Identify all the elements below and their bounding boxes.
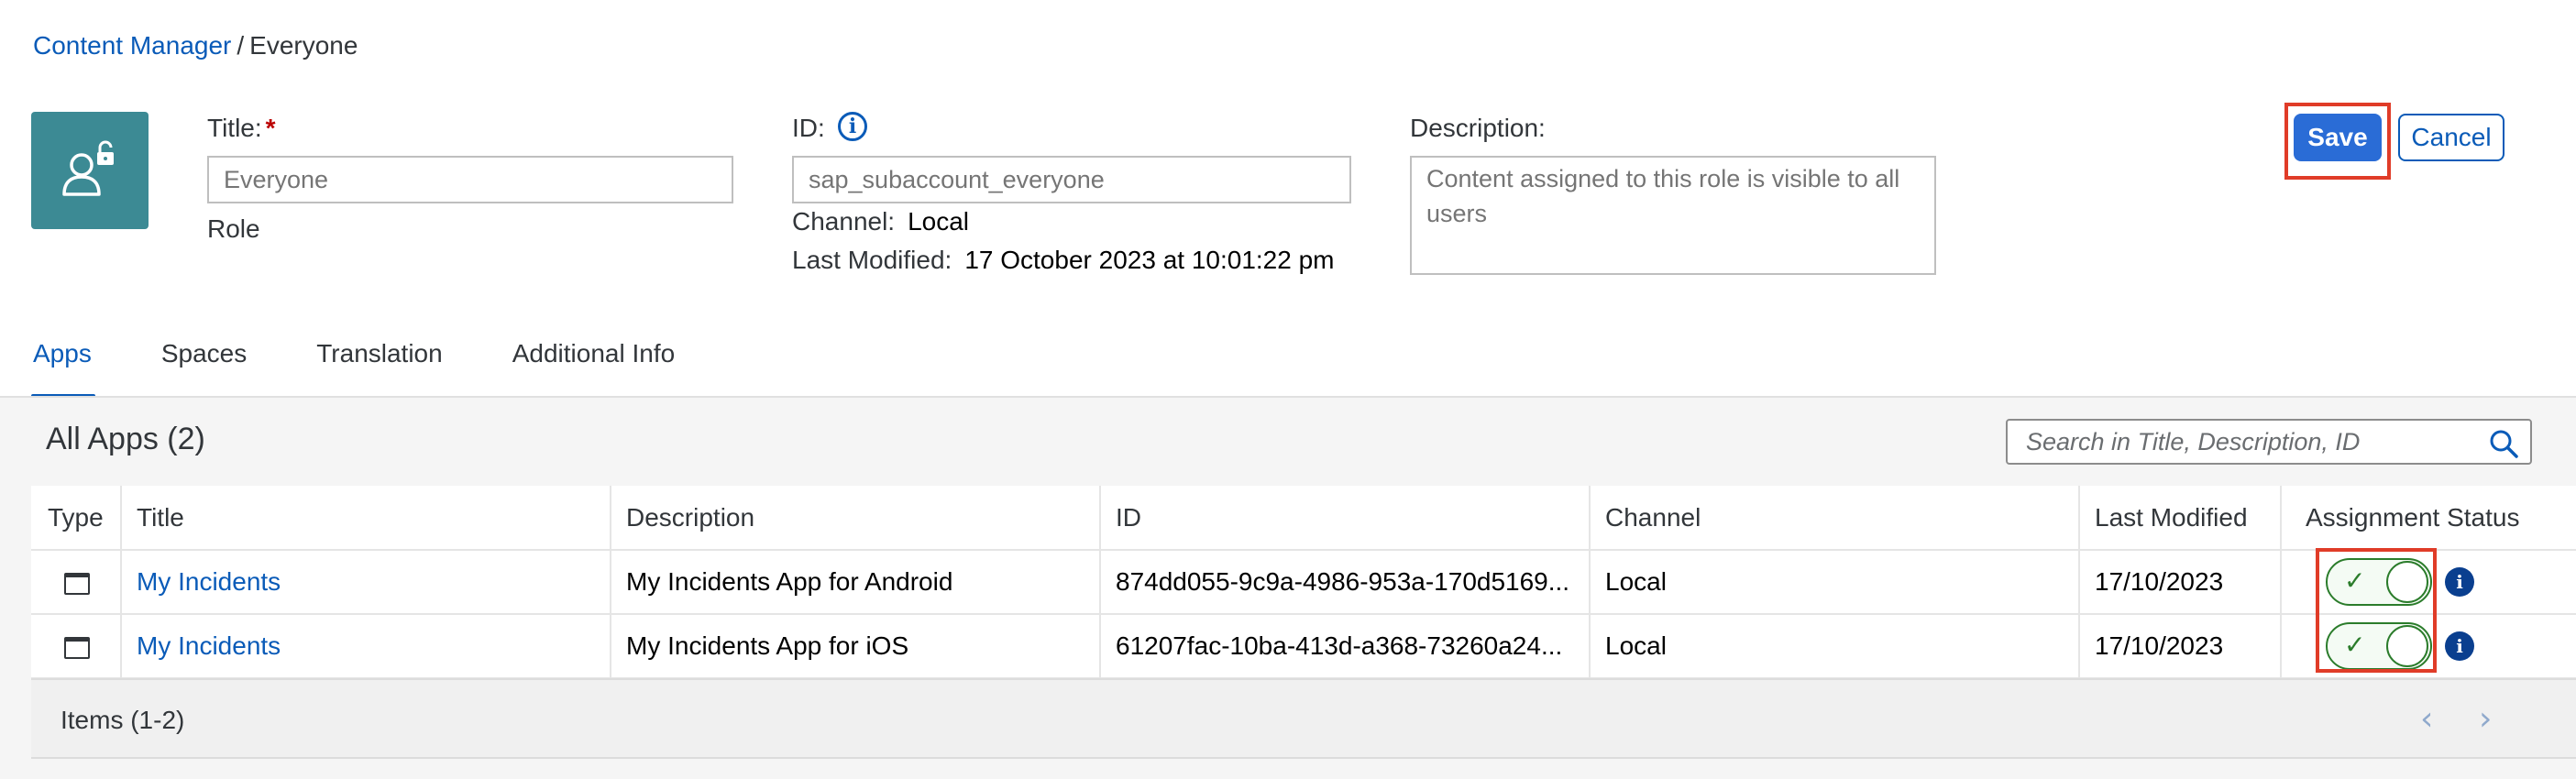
check-icon: ✓ xyxy=(2344,630,2366,660)
last-modified-value: 17 October 2023 at 10:01:22 pm xyxy=(964,246,1335,274)
last-modified-cell: 17/10/2023 xyxy=(2079,550,2282,615)
id-info-icon[interactable]: i xyxy=(838,112,867,141)
previous-page-icon[interactable]: ‹ xyxy=(2420,700,2433,738)
column-header-id[interactable]: ID xyxy=(1100,486,1591,551)
next-page-icon[interactable]: › xyxy=(2479,700,2492,738)
last-modified-row: Last Modified: 17 October 2023 at 10:01:2… xyxy=(792,246,1335,275)
type-cell xyxy=(31,614,122,679)
breadcrumb-current: Everyone xyxy=(249,31,358,60)
column-header-channel[interactable]: Channel xyxy=(1590,486,2080,551)
assignment-toggle[interactable]: ✓ xyxy=(2326,558,2432,606)
id-label: ID: xyxy=(792,114,825,142)
cancel-button[interactable]: Cancel xyxy=(2398,114,2504,161)
apps-heading: All Apps (2) xyxy=(46,422,205,456)
apps-search-input[interactable] xyxy=(2008,421,2475,463)
info-icon[interactable]: i xyxy=(2445,631,2474,661)
role-lock-user-icon xyxy=(62,140,114,196)
table-row: My Incidents My Incidents App for iOS 61… xyxy=(31,614,2576,679)
breadcrumb-content-manager-link[interactable]: Content Manager xyxy=(33,31,231,60)
column-header-last-modified[interactable]: Last Modified xyxy=(2079,486,2282,551)
title-label-text: Title: xyxy=(207,114,262,142)
description-textarea[interactable] xyxy=(1410,156,1936,275)
role-type-label: Role xyxy=(207,214,260,243)
search-icon[interactable] xyxy=(2488,428,2519,459)
app-window-icon xyxy=(64,636,90,659)
tab-spaces[interactable]: Spaces xyxy=(161,339,247,398)
breadcrumb: Content Manager / Everyone xyxy=(33,31,358,60)
tab-bar: Apps Spaces Translation Additional Info xyxy=(31,339,744,398)
table-header-row: Type Title Description ID Channel Last M… xyxy=(31,486,2576,551)
channel-cell: Local xyxy=(1590,614,2080,679)
id-cell: 874dd055-9c9a-4986-953a-170d5169... xyxy=(1100,550,1591,615)
description-label: Description: xyxy=(1410,114,1546,142)
app-window-icon xyxy=(64,572,90,595)
assignment-status-cell: ✓ i xyxy=(2281,614,2576,679)
assignment-toggle[interactable]: ✓ xyxy=(2326,622,2432,670)
last-modified-cell: 17/10/2023 xyxy=(2079,614,2282,679)
apps-search xyxy=(2006,419,2532,465)
toggle-knob xyxy=(2386,625,2428,667)
info-icon[interactable]: i xyxy=(2445,567,2474,597)
table-row: My Incidents My Incidents App for Androi… xyxy=(31,550,2576,615)
id-cell: 61207fac-10ba-413d-a368-73260a24... xyxy=(1100,614,1591,679)
description-cell: My Incidents App for Android xyxy=(611,550,1101,615)
breadcrumb-separator: / xyxy=(237,31,245,60)
assignment-status-cell: ✓ i xyxy=(2281,550,2576,615)
tab-translation[interactable]: Translation xyxy=(316,339,442,398)
column-header-description[interactable]: Description xyxy=(611,486,1101,551)
title-cell: My Incidents xyxy=(121,550,611,615)
channel-row: Channel: Local xyxy=(792,207,969,236)
title-cell: My Incidents xyxy=(121,614,611,679)
column-header-title[interactable]: Title xyxy=(121,486,611,551)
role-avatar xyxy=(31,112,149,229)
tab-apps[interactable]: Apps xyxy=(31,339,95,398)
title-input[interactable] xyxy=(207,156,733,203)
id-input[interactable] xyxy=(792,156,1351,203)
tab-additional-info[interactable]: Additional Info xyxy=(512,339,675,398)
table-footer: Items (1-2) ‹ › xyxy=(31,678,2576,759)
items-count: Items (1-2) xyxy=(61,706,185,734)
app-title-link[interactable]: My Incidents xyxy=(137,631,281,660)
column-header-assignment-status[interactable]: Assignment Status xyxy=(2281,486,2576,551)
title-label: Title: * xyxy=(207,114,276,143)
type-cell xyxy=(31,550,122,615)
column-header-type[interactable]: Type xyxy=(31,486,122,551)
toggle-knob xyxy=(2386,561,2428,603)
channel-cell: Local xyxy=(1590,550,2080,615)
apps-table: Type Title Description ID Channel Last M… xyxy=(31,486,2576,679)
last-modified-label: Last Modified: xyxy=(792,246,952,274)
channel-label: Channel: xyxy=(792,207,896,236)
channel-value: Local xyxy=(908,207,970,236)
check-icon: ✓ xyxy=(2344,565,2366,596)
description-cell: My Incidents App for iOS xyxy=(611,614,1101,679)
required-asterisk: * xyxy=(265,114,276,142)
app-title-link[interactable]: My Incidents xyxy=(137,567,281,596)
save-button[interactable]: Save xyxy=(2294,114,2382,161)
